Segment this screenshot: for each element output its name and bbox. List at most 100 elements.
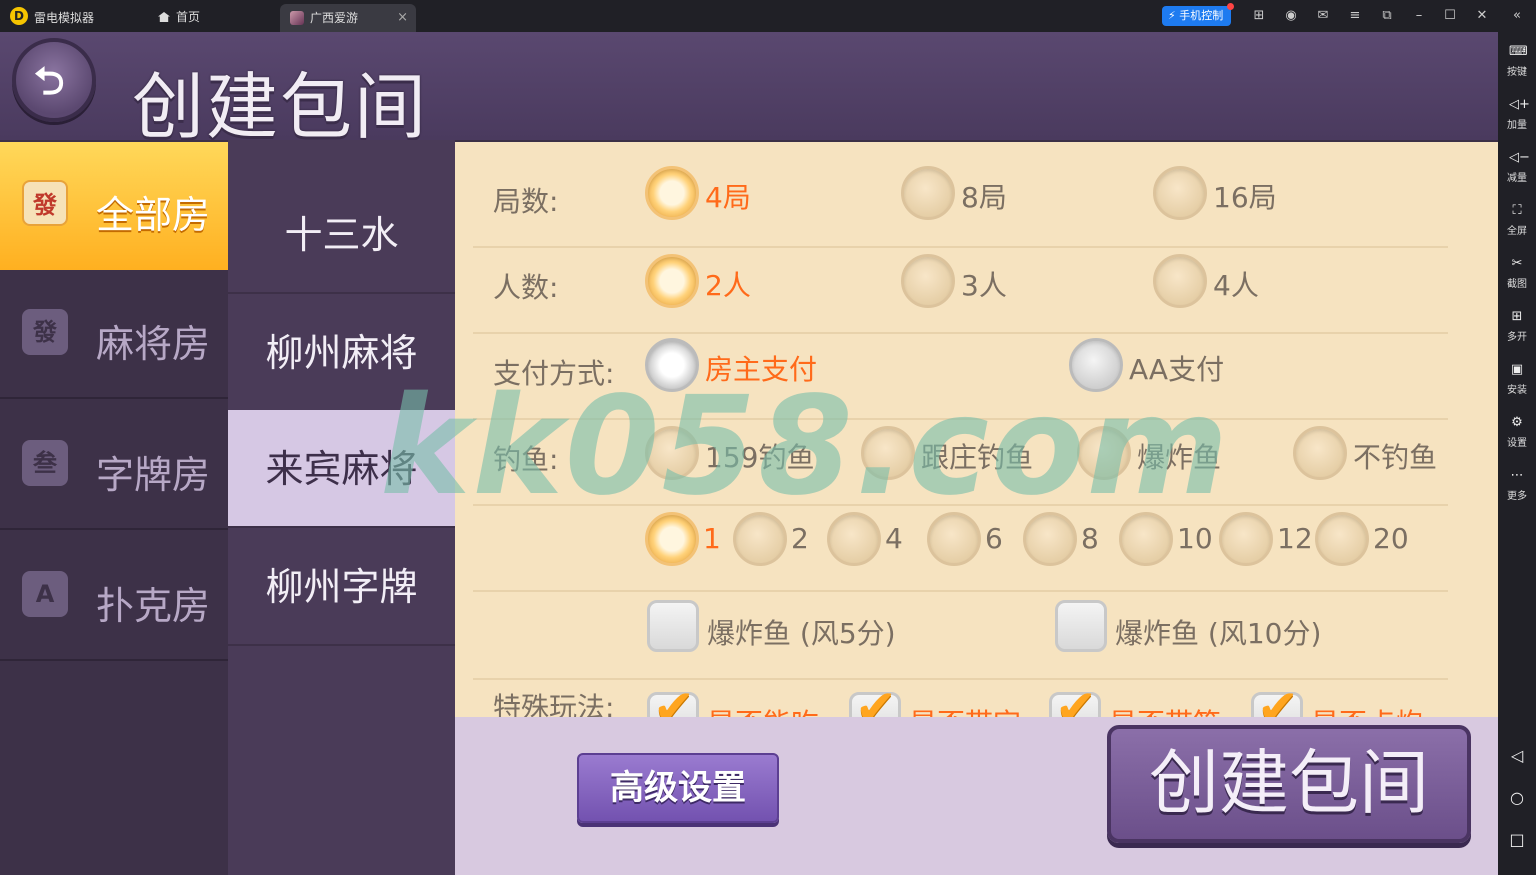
maximize-icon[interactable]: ☐ — [1441, 7, 1459, 25]
phone-control-button[interactable]: ⚡ 手机控制 — [1162, 3, 1235, 26]
header-bar: ⮌ 创建包间 — [0, 32, 1498, 149]
category-poker-rooms[interactable]: A 扑克房 — [0, 533, 228, 661]
option-label: 8 — [1081, 522, 1099, 555]
menu-icon[interactable]: ≡ — [1346, 7, 1364, 25]
android-back-icon[interactable]: ◁ — [1498, 746, 1536, 765]
tool-install-apk[interactable]: ▣ 安装 — [1498, 362, 1536, 396]
notification-dot — [1227, 3, 1235, 10]
radio-button[interactable] — [901, 254, 955, 308]
poker-cards-icon: A — [22, 571, 68, 617]
back-button[interactable]: ⮌ — [12, 38, 96, 122]
tool-volume-up[interactable]: ◁+ 加量 — [1498, 97, 1536, 131]
fish-count-row: 1 2 4 6 8 10 12 20 — [473, 508, 1448, 592]
radio-button[interactable] — [645, 338, 699, 392]
radio-button[interactable] — [901, 166, 955, 220]
home-tab[interactable]: 首页 — [150, 6, 208, 28]
checkmark-icon: ✔ — [855, 679, 897, 717]
android-home-icon[interactable]: ○ — [1498, 788, 1536, 807]
fullscreen-icon: ⛶ — [1512, 203, 1522, 218]
game-list: 十三水 柳州麻将 来宾麻将 柳州字牌 — [228, 140, 455, 875]
tool-multi-instance[interactable]: ⊞ 多开 — [1498, 309, 1536, 343]
tab-close-icon[interactable]: × — [397, 4, 408, 32]
restore-icon[interactable]: ⧉ — [1378, 7, 1396, 25]
tool-settings[interactable]: ⚙ 设置 — [1498, 415, 1536, 449]
game-item-liuzhou-zipai[interactable]: 柳州字牌 — [228, 528, 455, 646]
collapse-icon[interactable]: « — [1508, 7, 1526, 25]
option-label: 12 — [1277, 522, 1313, 555]
radio-button[interactable] — [1069, 338, 1123, 392]
tool-volume-down[interactable]: ◁− 减量 — [1498, 150, 1536, 184]
checkbox[interactable] — [647, 600, 699, 652]
radio-button[interactable] — [927, 512, 981, 566]
category-mahjong-rooms[interactable]: 發 麻将房 — [0, 271, 228, 399]
radio-button[interactable] — [1153, 254, 1207, 308]
game-item-liuzhou-mahjong[interactable]: 柳州麻将 — [228, 294, 455, 412]
option-label: 20 — [1373, 522, 1409, 555]
category-zipai-rooms[interactable]: 叁 字牌房 — [0, 402, 228, 530]
checkmark-icon: ✔ — [653, 679, 695, 717]
players-row: 人数: 2人 3人 4人 — [473, 250, 1448, 334]
fishing-row: 钓鱼: 159钓鱼 跟庄钓鱼 爆炸鱼 不钓鱼 — [473, 422, 1448, 506]
minimize-icon[interactable]: – — [1410, 7, 1428, 25]
create-room-button[interactable]: 创建包间 — [1107, 725, 1471, 843]
tool-label: 全屏 — [1507, 226, 1527, 237]
checkmark-icon: ✔ — [1055, 679, 1097, 717]
tool-label: 多开 — [1507, 332, 1527, 343]
tool-label: 加量 — [1507, 120, 1527, 131]
advanced-settings-button[interactable]: 高级设置 — [577, 753, 779, 823]
radio-button[interactable] — [1119, 512, 1173, 566]
radio-button[interactable] — [645, 512, 699, 566]
tool-fullscreen[interactable]: ⛶ 全屏 — [1498, 203, 1536, 237]
android-recents-icon[interactable]: □ — [1498, 830, 1536, 849]
radio-button[interactable] — [827, 512, 881, 566]
radio-button[interactable] — [645, 426, 699, 480]
page-title: 创建包间 — [132, 65, 429, 149]
radio-button[interactable] — [861, 426, 915, 480]
tool-screenshot[interactable]: ✂ 截图 — [1498, 256, 1536, 290]
option-label: 10 — [1177, 522, 1213, 555]
gamepad-icon[interactable]: ⊞ — [1250, 7, 1268, 25]
mail-icon[interactable]: ✉ — [1314, 7, 1332, 25]
tool-label: 设置 — [1507, 438, 1527, 449]
mahjong-dice-icon: 發 — [22, 180, 68, 226]
radio-button[interactable] — [1153, 166, 1207, 220]
app-tab[interactable]: 广西爱游 × — [280, 4, 416, 32]
user-icon[interactable]: ◉ — [1282, 7, 1300, 25]
radio-button[interactable] — [645, 166, 699, 220]
close-icon[interactable]: ✕ — [1473, 7, 1491, 25]
radio-button[interactable] — [1023, 512, 1077, 566]
option-label: 159钓鱼 — [705, 441, 815, 474]
tool-label: 减量 — [1507, 173, 1527, 184]
emulator-logo-icon: D — [10, 7, 28, 25]
tool-more[interactable]: ⋯ 更多 — [1498, 468, 1536, 502]
checkbox[interactable] — [1055, 600, 1107, 652]
option-label: 爆炸鱼 — [1137, 441, 1222, 474]
option-label: 4 — [885, 522, 903, 555]
gear-icon: ⚙ — [1511, 415, 1523, 430]
game-item-laibin-mahjong[interactable]: 来宾麻将 — [228, 410, 455, 528]
category-all-rooms[interactable]: 發 全部房 — [0, 142, 228, 270]
radio-button[interactable] — [1293, 426, 1347, 480]
payment-label: 支付方式: — [493, 357, 615, 390]
tool-keymap[interactable]: ⌨ 按键 — [1498, 44, 1536, 78]
back-arrow-icon: ⮌ — [34, 59, 65, 103]
tool-label: 按键 — [1507, 67, 1527, 78]
radio-button[interactable] — [1077, 426, 1131, 480]
home-tab-label: 首页 — [176, 10, 201, 24]
apk-icon: ▣ — [1510, 362, 1524, 377]
option-label: 爆炸鱼 (风5分) — [707, 617, 896, 650]
radio-button[interactable] — [1315, 512, 1369, 566]
option-label: 是否能吃 — [707, 702, 819, 717]
tool-label: 安装 — [1507, 385, 1527, 396]
category-label: 字牌房 — [96, 453, 211, 497]
more-icon: ⋯ — [1510, 468, 1524, 483]
game-item-shisanshui[interactable]: 十三水 — [228, 176, 455, 294]
special-rules-label: 特殊玩法: — [493, 691, 615, 717]
option-label: 跟庄钓鱼 — [921, 441, 1034, 474]
radio-button[interactable] — [733, 512, 787, 566]
radio-button[interactable] — [645, 254, 699, 308]
option-label: 16局 — [1213, 181, 1277, 214]
payment-row: 支付方式: 房主支付 AA支付 — [473, 336, 1448, 420]
keyboard-icon: ⌨ — [1509, 44, 1528, 59]
radio-button[interactable] — [1219, 512, 1273, 566]
